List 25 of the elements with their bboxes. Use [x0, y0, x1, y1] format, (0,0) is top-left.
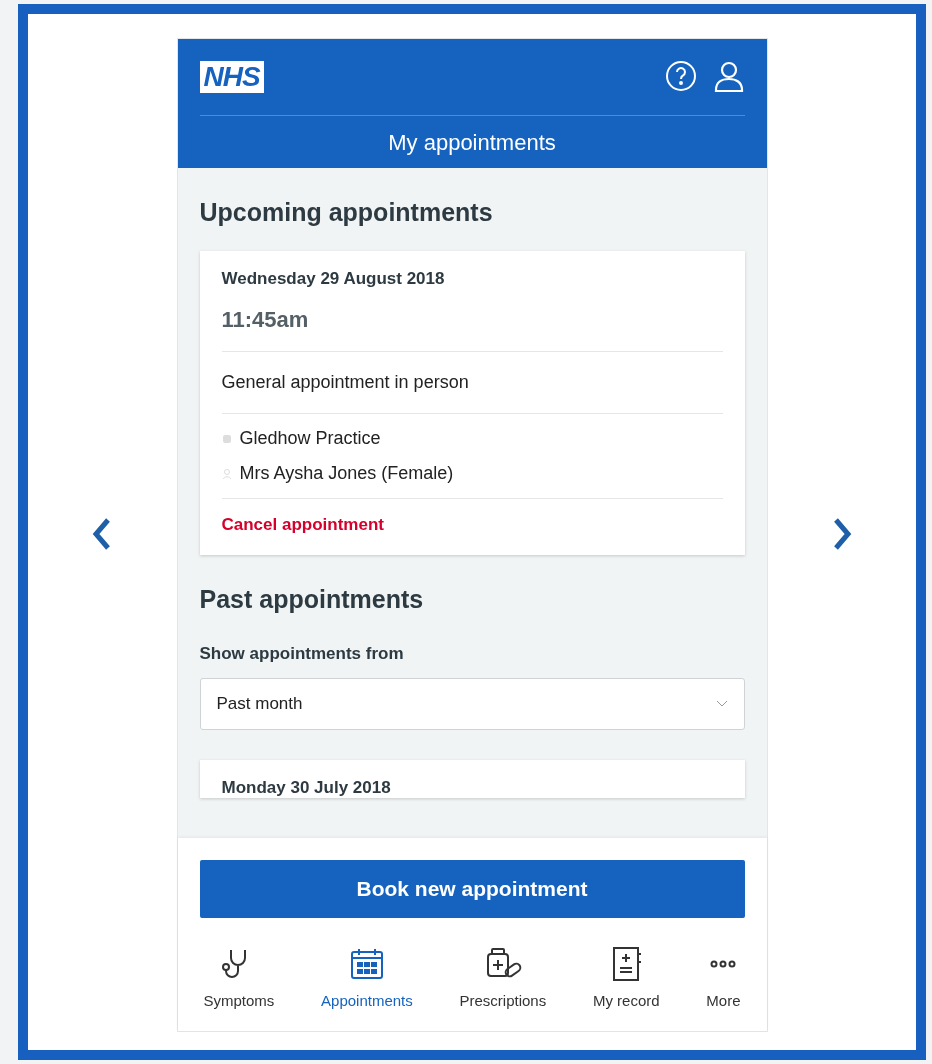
filter-label: Show appointments from — [199, 644, 405, 664]
section-heading: Past appointments — [199, 585, 425, 614]
person-icon — [221, 467, 232, 480]
location-icon — [221, 432, 232, 445]
nav-tab[interactable]: More — [706, 944, 741, 1009]
clinician-name: Mrs Aysha Jones (Female) — [239, 463, 454, 484]
nhs-logo: NHS — [199, 61, 264, 93]
appointment-time: 11:45am — [221, 307, 723, 352]
period-select[interactable]: Past month — [199, 678, 745, 730]
page-title: My appointments — [387, 129, 557, 156]
practice-name: Gledhow Practice — [239, 428, 381, 449]
nav-tab[interactable]: Appointments — [321, 944, 413, 1009]
nav-tab[interactable]: Prescriptions — [459, 944, 547, 1009]
appointment-date: Wednesday 29 August 2018 — [221, 269, 446, 289]
book-appointment-button[interactable]: Book new appointment — [199, 860, 745, 918]
appointment-type: General appointment in person — [221, 352, 723, 414]
cancel-link[interactable]: Cancel appointment — [221, 499, 384, 555]
more-icon — [710, 960, 737, 968]
profile-icon[interactable] — [712, 60, 745, 94]
chevron-down-icon — [715, 700, 728, 708]
nav-tab[interactable]: Symptoms — [203, 944, 275, 1009]
help-icon[interactable] — [664, 60, 697, 92]
appointment-date: Monday 30 July 2018 — [221, 778, 392, 798]
nav-tab[interactable]: My record — [592, 944, 660, 1009]
section-heading: Upcoming appointments — [199, 198, 494, 227]
